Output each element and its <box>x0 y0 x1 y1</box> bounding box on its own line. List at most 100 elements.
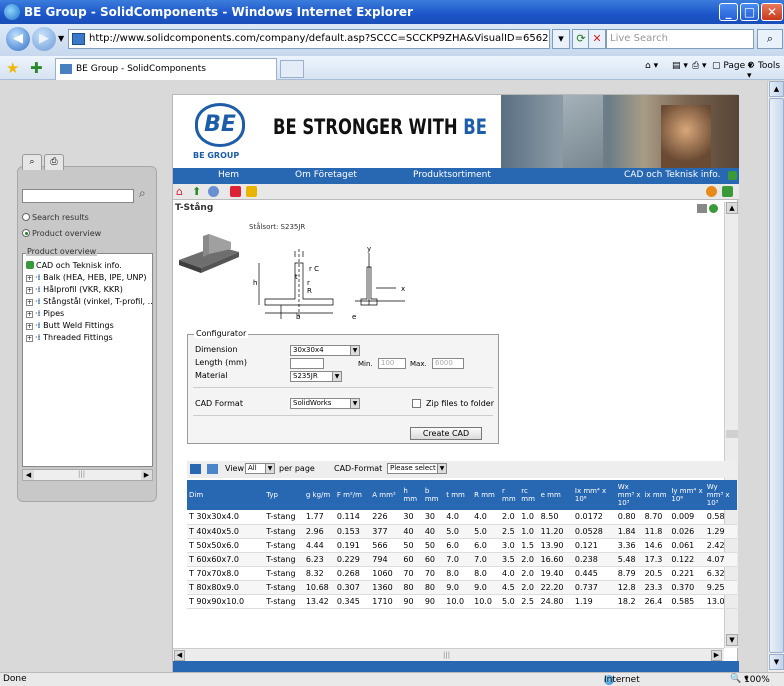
up-arrow-icon[interactable]: ⬆ <box>192 185 203 198</box>
zoom-control[interactable]: 🔍 100% ▾ <box>730 674 770 685</box>
address-dropdown-button[interactable]: ▾ <box>552 29 570 49</box>
tree-root[interactable]: CAD och Teknisk info. <box>26 260 152 272</box>
cad-format-select[interactable]: SolidWorks ▼ <box>290 398 360 409</box>
length-input[interactable] <box>290 358 324 369</box>
column-header[interactable]: e mm <box>538 480 573 510</box>
print-tab[interactable]: ⎙ <box>44 154 64 170</box>
tree-horizontal-scrollbar[interactable]: ◀ ||| ▶ <box>22 469 153 481</box>
tree-item[interactable]: + ·⁞ Threaded Fittings <box>26 332 152 344</box>
product-search-input[interactable] <box>22 189 134 203</box>
address-input[interactable]: http://www.solidcomponents.com/company/d… <box>68 29 550 49</box>
product-tree-frame: Product overview CAD och Teknisk info. +… <box>22 247 153 467</box>
table-cell: 5.0 <box>472 524 500 539</box>
column-header[interactable]: Ix mm⁴ x 10⁶ <box>572 480 616 510</box>
scroll-up-icon: ▲ <box>769 81 784 97</box>
column-header[interactable]: Wx mm³ x 10³ <box>615 480 643 510</box>
column-header[interactable]: g kg/m <box>303 480 335 510</box>
table-row[interactable]: T 40x40x5.0 T-stang 2.96 0.153 377 40 40 5.0 5.0… <box>187 524 737 539</box>
create-cad-button[interactable]: Create CAD <box>410 427 482 440</box>
column-header[interactable]: r mm <box>500 480 520 510</box>
table-row[interactable]: T 80x80x9.0 T-stang 10.68 0.307 1360 80 80 9.0 9… <box>187 580 737 595</box>
table-row[interactable]: T 60x60x7.0 T-stang 6.23 0.229 794 60 60 7.0 7.0… <box>187 552 737 567</box>
user-icon[interactable] <box>706 186 717 197</box>
table-row[interactable]: T 50x50x6.0 T-stang 4.44 0.191 566 50 50 6.0 6.0… <box>187 538 737 553</box>
maximize-button[interactable]: □ <box>740 3 759 21</box>
browser-vertical-scrollbar[interactable]: ▲ ▼ <box>767 81 784 672</box>
column-header[interactable]: F m²/m <box>334 480 371 510</box>
add-icon[interactable] <box>246 186 257 197</box>
table-cell: 90 <box>401 594 423 609</box>
minimize-button[interactable]: _ <box>719 3 738 21</box>
new-tab-button[interactable] <box>280 60 304 78</box>
search-icon[interactable]: ⌕ <box>757 29 783 49</box>
be-logo[interactable]: BE <box>195 103 245 147</box>
table-cell: 30 <box>401 510 423 525</box>
column-header[interactable]: Iy mm⁴ x 10⁶ <box>669 480 705 510</box>
column-header[interactable]: h mm <box>401 480 423 510</box>
settings-icon[interactable] <box>722 186 733 197</box>
column-header[interactable]: ix mm <box>642 480 670 510</box>
stop-icon[interactable] <box>230 186 241 197</box>
radio-product-overview[interactable]: Product overview <box>22 229 101 238</box>
cube-icon <box>26 261 34 269</box>
product-search-icon[interactable]: ⌕ <box>139 186 146 201</box>
column-header[interactable]: rc mm <box>519 480 539 510</box>
back-button[interactable]: ◀ <box>6 27 30 51</box>
tree-item[interactable]: + ·⁞ Butt Weld Fittings <box>26 320 152 332</box>
table-row[interactable]: T 70x70x8.0 T-stang 8.32 0.268 1060 70 70 8.0 8.… <box>187 566 737 581</box>
dimension-select[interactable]: 30x30x4 ▼ <box>290 345 360 356</box>
tree-item[interactable]: + ·⁞ Stångstål (vinkel, T-profil, ... <box>26 296 152 308</box>
zip-checkbox[interactable] <box>412 399 421 408</box>
scroll-down-icon: ▼ <box>726 634 738 646</box>
table-view-icon[interactable] <box>190 464 201 474</box>
table-cad-format-select[interactable]: Please select ▼ <box>387 463 447 474</box>
column-header[interactable]: t mm <box>444 480 473 510</box>
column-header[interactable]: Wy mm³ x 10³ <box>704 480 737 510</box>
material-select[interactable]: S235JR ▼ <box>290 371 342 382</box>
feeds-icon[interactable]: ▤ ▾ <box>672 61 688 71</box>
column-header[interactable]: R mm <box>472 480 500 510</box>
info-icon[interactable] <box>208 186 219 197</box>
recent-pages-chevron-icon[interactable]: ▼ <box>58 34 64 43</box>
tree-item[interactable]: + ·⁞ Pipes <box>26 308 152 320</box>
content-horizontal-scrollbar[interactable]: ◀ ||| ▶ <box>173 648 724 661</box>
grid-view-icon[interactable] <box>697 204 707 213</box>
column-header[interactable]: b mm <box>422 480 445 510</box>
column-header[interactable]: Dim <box>187 480 265 510</box>
radio-search-results[interactable]: Search results <box>22 213 89 222</box>
home-icon[interactable]: ⌂ ▾ <box>645 61 658 71</box>
table-row[interactable]: T 30x30x4.0 T-stang 1.77 0.114 226 30 30 4.0 4.0… <box>187 510 737 525</box>
search-input[interactable]: Live Search <box>606 29 754 49</box>
tools-menu[interactable]: ⚙ Tools ▾ <box>747 61 784 81</box>
menu-about[interactable]: Om Företaget <box>295 170 357 180</box>
home-icon[interactable]: ⌂ <box>176 185 187 198</box>
print-icon[interactable]: ⎙ ▾ <box>692 61 707 71</box>
column-header[interactable]: A mm² <box>370 480 402 510</box>
table-cell: 0.122 <box>669 552 705 567</box>
globe-icon[interactable] <box>709 204 718 213</box>
list-view-icon[interactable] <box>207 464 218 474</box>
table-cell: 20.5 <box>642 566 670 581</box>
view-select[interactable]: All ▼ <box>245 463 275 474</box>
column-header[interactable]: Typ <box>264 480 304 510</box>
table-cell: T 30x30x4.0 <box>187 510 265 525</box>
cube-icon <box>728 171 737 180</box>
product-title: T-Stång <box>175 203 214 213</box>
forward-button[interactable]: ▶ <box>32 27 56 51</box>
tree-item[interactable]: + ·⁞ Balk (HEA, HEB, IPE, UNP) <box>26 272 152 284</box>
table-row[interactable]: T 90x90x10.0 T-stang 13.42 0.345 1710 90 90 10.… <box>187 594 737 609</box>
close-button[interactable]: ✕ <box>761 3 783 21</box>
favorites-star-icon[interactable]: ★ <box>6 59 19 77</box>
tree-item[interactable]: + ·⁞ Hålprofil (VKR, KKR) <box>26 284 152 296</box>
table-cell: 3.0 <box>500 538 520 553</box>
dimension-label: Dimension <box>195 345 238 354</box>
page-icon <box>72 33 85 45</box>
menu-home[interactable]: Hem <box>218 170 239 180</box>
menu-cad[interactable]: CAD och Teknisk info. <box>624 170 721 180</box>
table-cell: 4.44 <box>303 538 335 553</box>
stop-icon[interactable]: ✕ <box>588 29 606 49</box>
add-favorite-icon[interactable]: ✚ <box>30 59 43 77</box>
tab-solidcomponents[interactable]: BE Group - SolidComponents <box>55 58 277 80</box>
menu-products[interactable]: Produktsortiment <box>413 170 491 180</box>
search-tab[interactable]: ⌕ <box>22 154 42 170</box>
